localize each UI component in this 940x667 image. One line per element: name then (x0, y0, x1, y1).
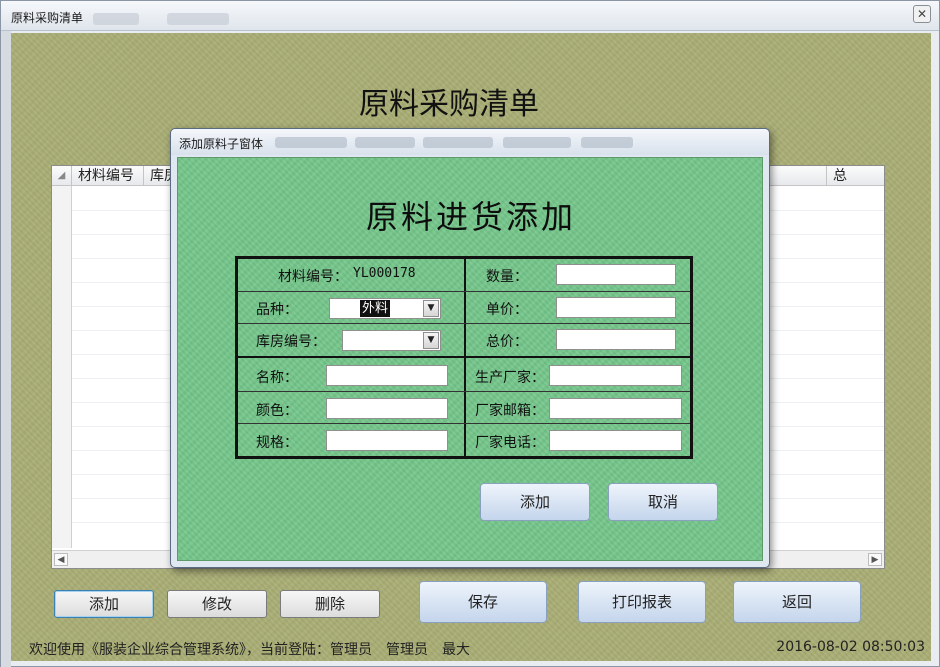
manufacturer-field[interactable] (549, 365, 682, 386)
form-row-line (238, 391, 690, 392)
total-price-label: 总价： (486, 334, 528, 350)
name-field[interactable] (326, 365, 448, 386)
color-field[interactable] (326, 398, 448, 419)
dialog-titlebar[interactable]: 添加原料子窗体 (171, 129, 769, 155)
scroll-right-icon[interactable]: ▶ (868, 553, 882, 566)
material-no-value: YL000178 (353, 266, 416, 281)
edit-button[interactable]: 修改 (167, 590, 267, 618)
total-price-field[interactable] (556, 329, 676, 350)
row-selector-column (52, 186, 72, 548)
unit-price-label: 单价： (486, 302, 528, 318)
form-row-line (238, 323, 690, 324)
warehouse-label: 库房编号： (256, 334, 326, 350)
material-form-table: 材料编号： YL000178 品种： 外料 ▼ 库房编号： ▼ 名称： 颜色： … (235, 256, 693, 459)
status-datetime: 2016-08-02 08:50:03 (776, 639, 925, 655)
add-button[interactable]: 添加 (54, 590, 154, 618)
blurred-text (503, 137, 571, 148)
blurred-tab (167, 13, 229, 25)
manufacturer-email-label: 厂家邮箱： (475, 403, 545, 419)
material-no-label: 材料编号： (278, 269, 348, 285)
dialog-title: 添加原料子窗体 (179, 137, 264, 151)
warehouse-select[interactable]: ▼ (342, 330, 441, 351)
blurred-text (581, 137, 633, 148)
form-divider (238, 356, 690, 358)
blurred-text (355, 137, 415, 148)
variety-selected-value: 外料 (360, 300, 391, 317)
add-material-dialog: 添加原料子窗体 原料进货添加 材料编号： YL000178 品种： 外料 ▼ 库… (170, 128, 770, 568)
print-report-button[interactable]: 打印报表 (578, 581, 706, 623)
dialog-add-button[interactable]: 添加 (480, 483, 590, 521)
save-button[interactable]: 保存 (419, 581, 547, 623)
window-titlebar: 原料采购清单 ✕ (1, 1, 939, 31)
close-icon[interactable]: ✕ (913, 5, 931, 23)
variety-select[interactable]: 外料 ▼ (329, 298, 441, 319)
unit-price-field[interactable] (556, 297, 676, 318)
form-row-line (238, 291, 690, 292)
quantity-field[interactable] (556, 264, 676, 285)
spec-field[interactable] (326, 430, 448, 451)
form-row-line (238, 423, 690, 424)
manufacturer-email-field[interactable] (549, 398, 682, 419)
color-label: 颜色： (256, 403, 298, 419)
back-button[interactable]: 返回 (733, 581, 861, 623)
column-header-material-no[interactable]: 材料编号 (72, 166, 144, 186)
left-edge (1, 31, 11, 667)
delete-button[interactable]: 删除 (280, 590, 380, 618)
scroll-left-icon[interactable]: ◀ (54, 553, 68, 566)
spec-label: 规格： (256, 435, 298, 451)
manufacturer-phone-field[interactable] (549, 430, 682, 451)
window-title: 原料采购清单 (11, 11, 84, 25)
quantity-label: 数量： (486, 269, 528, 285)
dialog-cancel-button[interactable]: 取消 (608, 483, 718, 521)
column-header-total[interactable]: 总 (826, 166, 884, 186)
chevron-down-icon[interactable]: ▼ (423, 300, 439, 317)
page-title: 原料采购清单 (359, 87, 539, 122)
manufacturer-phone-label: 厂家电话： (475, 435, 545, 451)
grid-corner-icon[interactable]: ◢ (52, 166, 72, 186)
blurred-tab (93, 13, 139, 25)
variety-label: 品种： (256, 302, 298, 318)
manufacturer-label: 生产厂家： (475, 370, 545, 386)
blurred-text (423, 137, 493, 148)
chevron-down-icon[interactable]: ▼ (423, 332, 439, 349)
blurred-text (275, 137, 347, 148)
name-label: 名称： (256, 370, 298, 386)
dialog-body: 原料进货添加 材料编号： YL000178 品种： 外料 ▼ 库房编号： ▼ 名… (177, 157, 763, 561)
status-message: 欢迎使用《服装企业综合管理系统》，当前登陆：管理员 管理员 最大 (29, 642, 470, 658)
dialog-heading: 原料进货添加 (365, 198, 576, 236)
